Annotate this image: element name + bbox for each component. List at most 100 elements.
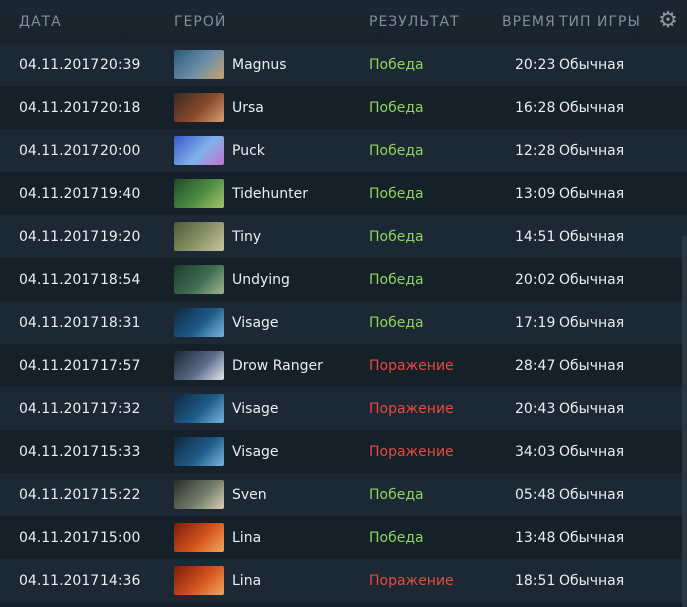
- match-date: 04.11.2017: [19, 315, 100, 331]
- match-result: Победа: [369, 57, 424, 73]
- game-type: Обычная: [559, 315, 625, 331]
- column-header-game-type[interactable]: ТИП ИГРЫ: [559, 14, 641, 30]
- match-result: Победа: [369, 272, 424, 288]
- match-duration: 12:28: [515, 143, 556, 159]
- match-time: 19:20: [100, 229, 141, 245]
- game-type: Обычная: [559, 272, 625, 288]
- hero-name: Drow Ranger: [232, 358, 323, 374]
- hero-name: Magnus: [232, 57, 287, 73]
- match-duration: 20:43: [515, 401, 556, 417]
- match-time: 14:36: [100, 573, 141, 589]
- hero-name: Visage: [232, 401, 279, 417]
- game-type: Обычная: [559, 487, 625, 503]
- hero-name: Ursa: [232, 100, 264, 116]
- match-date: 04.11.2017: [19, 487, 100, 503]
- match-time: 20:39: [100, 57, 141, 73]
- match-time: 18:31: [100, 315, 141, 331]
- match-row[interactable]: 04.11.2017 20:00 Puck Победа 12:28 Обычная: [0, 129, 687, 172]
- hero-portrait: [174, 566, 224, 595]
- match-row[interactable]: 04.11.2017 15:22 Sven Победа 05:48 Обычная: [0, 473, 687, 516]
- hero-portrait: [174, 351, 224, 380]
- match-result: Поражение: [369, 444, 454, 460]
- match-date: 04.11.2017: [19, 229, 100, 245]
- match-row[interactable]: 04.11.2017 19:40 Tidehunter Победа 13:09 Обыч…: [0, 172, 687, 215]
- match-date: 04.11.2017: [19, 272, 100, 288]
- match-date: 04.11.2017: [19, 143, 100, 159]
- hero-name: Tiny: [232, 229, 262, 245]
- game-type: Обычная: [559, 100, 625, 116]
- column-header-result[interactable]: РЕЗУЛЬТАТ: [369, 14, 460, 30]
- match-time: 17:32: [100, 401, 141, 417]
- game-type: Обычная: [559, 530, 625, 546]
- column-header-date[interactable]: ДАТА: [19, 14, 62, 30]
- hero-portrait: [174, 50, 224, 79]
- match-time: 20:00: [100, 143, 141, 159]
- hero-portrait: [174, 93, 224, 122]
- match-result: Победа: [369, 186, 424, 202]
- match-date: 04.11.2017: [19, 401, 100, 417]
- match-time: 18:54: [100, 272, 141, 288]
- hero-name: Lina: [232, 573, 262, 589]
- column-header-duration[interactable]: ВРЕМЯ: [502, 14, 556, 30]
- match-row[interactable]: 04.11.2017 17:32 Visage Поражение 20:43 Обычн…: [0, 387, 687, 430]
- hero-portrait: [174, 437, 224, 466]
- hero-name: Visage: [232, 315, 279, 331]
- game-type: Обычная: [559, 401, 625, 417]
- match-duration: 05:48: [515, 487, 556, 503]
- match-date: 04.11.2017: [19, 573, 100, 589]
- match-duration: 16:28: [515, 100, 556, 116]
- hero-portrait: [174, 136, 224, 165]
- game-type: Обычная: [559, 444, 625, 460]
- match-duration: 28:47: [515, 358, 556, 374]
- match-time: 19:40: [100, 186, 141, 202]
- match-duration: 13:09: [515, 186, 556, 202]
- match-result: Победа: [369, 100, 424, 116]
- match-row[interactable]: 04.11.2017 20:18 Ursa Победа 16:28 Обычная: [0, 86, 687, 129]
- gear-icon[interactable]: ⚙: [657, 10, 679, 32]
- hero-name: Tidehunter: [232, 186, 308, 202]
- match-result: Победа: [369, 229, 424, 245]
- match-result: Победа: [369, 315, 424, 331]
- hero-portrait: [174, 265, 224, 294]
- game-type: Обычная: [559, 143, 625, 159]
- match-duration: 34:03: [515, 444, 556, 460]
- hero-portrait: [174, 480, 224, 509]
- match-date: 04.11.2017: [19, 358, 100, 374]
- match-list: 04.11.2017 20:39 Magnus Победа 20:23 Обычная 0…: [0, 29, 687, 602]
- match-date: 04.11.2017: [19, 57, 100, 73]
- match-date: 04.11.2017: [19, 186, 100, 202]
- match-duration: 18:51: [515, 573, 556, 589]
- match-row[interactable]: 04.11.2017 17:57 Drow Ranger Поражение 28:47…: [0, 344, 687, 387]
- match-date: 04.11.2017: [19, 444, 100, 460]
- hero-portrait: [174, 394, 224, 423]
- match-row[interactable]: 04.11.2017 20:39 Magnus Победа 20:23 Обычная: [0, 43, 687, 86]
- hero-name: Visage: [232, 444, 279, 460]
- match-row[interactable]: 04.11.2017 18:54 Undying Победа 20:02 Обычная: [0, 258, 687, 301]
- match-result: Поражение: [369, 573, 454, 589]
- match-result: Победа: [369, 143, 424, 159]
- match-duration: 13:48: [515, 530, 556, 546]
- match-row[interactable]: 04.11.2017 18:31 Visage Победа 17:19 Обычная: [0, 301, 687, 344]
- match-row[interactable]: 04.11.2017 19:20 Tiny Победа 14:51 Обычная: [0, 215, 687, 258]
- hero-name: Puck: [232, 143, 265, 159]
- game-type: Обычная: [559, 186, 625, 202]
- match-result: Победа: [369, 487, 424, 503]
- match-row[interactable]: 04.11.2017 14:36 Lina Поражение 18:51 Обычная: [0, 559, 687, 602]
- game-type: Обычная: [559, 57, 625, 73]
- match-row[interactable]: 04.11.2017 15:00 Lina Победа 13:48 Обычная: [0, 516, 687, 559]
- column-header-hero[interactable]: ГЕРОЙ: [174, 14, 226, 30]
- match-time: 17:57: [100, 358, 141, 374]
- table-header: ДАТА ГЕРОЙ РЕЗУЛЬТАТ ВРЕМЯ ТИП ИГРЫ ⚙: [0, 0, 687, 44]
- game-type: Обычная: [559, 229, 625, 245]
- match-time: 15:22: [100, 487, 141, 503]
- match-date: 04.11.2017: [19, 100, 100, 116]
- match-row[interactable]: 04.11.2017 15:33 Visage Поражение 34:03 Обычн…: [0, 430, 687, 473]
- hero-portrait: [174, 179, 224, 208]
- match-duration: 20:23: [515, 57, 556, 73]
- match-time: 15:00: [100, 530, 141, 546]
- match-result: Поражение: [369, 358, 454, 374]
- match-time: 20:18: [100, 100, 141, 116]
- scrollbar[interactable]: [682, 236, 687, 607]
- game-type: Обычная: [559, 573, 625, 589]
- game-type: Обычная: [559, 358, 625, 374]
